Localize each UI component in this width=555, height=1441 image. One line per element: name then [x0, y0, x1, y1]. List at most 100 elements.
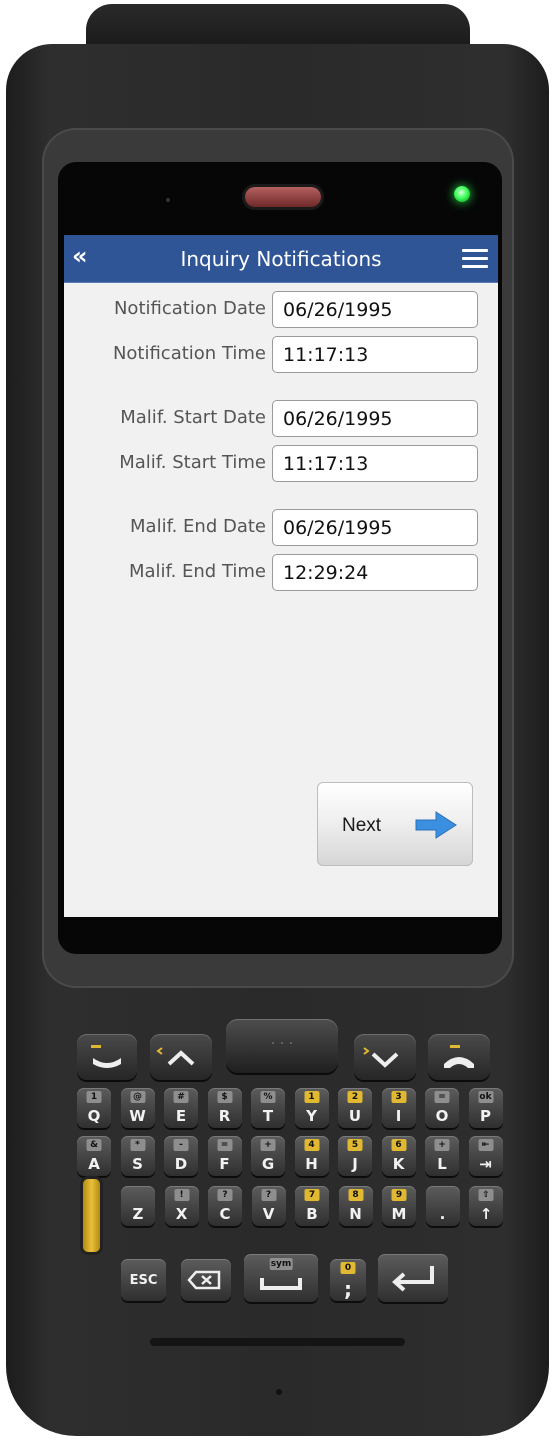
bottom-slot: [150, 1338, 405, 1346]
key-t[interactable]: % T: [251, 1088, 285, 1128]
backspace-key[interactable]: [181, 1259, 231, 1301]
key-m[interactable]: 9M: [382, 1186, 416, 1226]
key-q[interactable]: 1Q: [77, 1088, 111, 1128]
key-sub-label: ⇤: [478, 1139, 493, 1151]
key-tab[interactable]: ⇤ ⇥: [468, 1136, 503, 1176]
key-label: R: [218, 1107, 231, 1125]
malif-start-time-row: Malif. Start Time 11:17:13: [64, 444, 498, 484]
space-key[interactable]: sym: [244, 1254, 318, 1302]
key-sub-label: !: [174, 1189, 189, 1201]
end-call-key[interactable]: [428, 1034, 490, 1080]
key-label: D: [174, 1155, 188, 1173]
key-sub-label: 7: [304, 1189, 320, 1201]
key-x[interactable]: ! X: [164, 1186, 199, 1226]
title-bar: « Inquiry Notifications: [64, 235, 498, 283]
hamburger-menu-icon[interactable]: [462, 249, 488, 269]
back-double-chevron-icon[interactable]: «: [72, 243, 102, 271]
key-n[interactable]: 8N: [338, 1186, 373, 1226]
malif-start-time-field[interactable]: 11:17:13: [272, 445, 478, 482]
key-i[interactable]: 3I: [381, 1088, 416, 1128]
semicolon-key-sub: 0: [340, 1262, 356, 1274]
key-label: X: [175, 1205, 188, 1223]
key-s[interactable]: * S: [120, 1136, 155, 1176]
key-sub-label: 8: [348, 1189, 363, 1201]
scan-trigger-key[interactable]: · · ·: [226, 1019, 338, 1073]
phone-pickup-icon: [91, 1045, 121, 1068]
key-y[interactable]: 1Y: [294, 1088, 329, 1128]
key-sub-label: 3: [391, 1091, 406, 1103]
key-b[interactable]: 7B: [295, 1186, 329, 1226]
malif-end-date-field[interactable]: 06/26/1995: [272, 509, 478, 546]
malif-end-time-row: Malif. End Time 12:29:24: [64, 553, 498, 593]
key-sub-label: 5: [347, 1139, 363, 1151]
malif-start-date-field[interactable]: 06/26/1995: [272, 400, 478, 437]
notification-time-row: Notification Time 11:17:13: [64, 335, 498, 375]
key-c[interactable]: ? C: [208, 1186, 242, 1226]
esc-key[interactable]: ESC: [121, 1259, 166, 1301]
malif-end-date-row: Malif. End Date 06/26/1995: [64, 508, 498, 548]
chevron-down-icon: [363, 1047, 399, 1068]
microphone-hole: [276, 1389, 282, 1395]
malif-end-date-label: Malif. End Date: [130, 516, 266, 537]
key-sub-label: 1: [86, 1091, 102, 1103]
key-label: V: [262, 1205, 275, 1223]
key-p[interactable]: ok P: [468, 1088, 503, 1128]
key-j[interactable]: 5J: [338, 1136, 372, 1176]
space-bar-icon: [260, 1278, 302, 1290]
notification-time-field[interactable]: 11:17:13: [272, 336, 478, 373]
key-l[interactable]: + L: [425, 1136, 459, 1176]
key-label: U: [348, 1107, 362, 1125]
key-sub-label: %: [260, 1091, 276, 1103]
call-key[interactable]: [77, 1034, 137, 1080]
nav-down-key[interactable]: [354, 1034, 416, 1080]
key-label: ⇥: [479, 1155, 492, 1173]
key-shift[interactable]: ⇧ ↑: [469, 1186, 503, 1226]
key-sub-label: 1: [304, 1091, 319, 1103]
notification-date-field[interactable]: 06/26/1995: [272, 291, 478, 328]
key-label: F: [219, 1155, 230, 1173]
key-label: S: [132, 1155, 143, 1173]
key-z[interactable]: Z: [121, 1186, 155, 1226]
key-f[interactable]: = F: [207, 1136, 242, 1176]
key-label: M: [391, 1205, 407, 1223]
key-v[interactable]: ? V: [251, 1186, 286, 1226]
key-sub-label: -: [173, 1139, 189, 1151]
enter-return-icon: [391, 1266, 434, 1292]
enter-key[interactable]: [378, 1254, 448, 1302]
key-label: A: [88, 1155, 100, 1173]
page-title: Inquiry Notifications: [180, 247, 382, 271]
key-sub-label: *: [130, 1139, 145, 1151]
key-u[interactable]: 2U: [338, 1088, 372, 1128]
status-led: [454, 186, 470, 202]
app-screen: « Inquiry Notifications Notification Dat…: [64, 235, 498, 917]
key-label: I: [395, 1107, 402, 1125]
key-label: C: [219, 1205, 231, 1223]
key-k[interactable]: 6K: [381, 1136, 416, 1176]
next-button-label: Next: [342, 815, 382, 836]
key-label: O: [435, 1107, 449, 1125]
malif-end-time-field[interactable]: 12:29:24: [272, 554, 478, 591]
key-e[interactable]: # E: [164, 1088, 198, 1128]
key-period[interactable]: .: [425, 1186, 460, 1226]
semicolon-key[interactable]: 0 ;: [330, 1259, 366, 1301]
key-r[interactable]: $ R: [207, 1088, 242, 1128]
chevron-up-icon: [156, 1047, 195, 1066]
key-sub-label: &: [86, 1139, 102, 1151]
key-w[interactable]: @ W: [120, 1088, 155, 1128]
key-h[interactable]: 4H: [294, 1136, 329, 1176]
key-sub-label: =: [434, 1091, 450, 1103]
key-sub-label: +: [434, 1139, 450, 1151]
key-d[interactable]: -D: [164, 1136, 198, 1176]
function-key-yellow[interactable]: [83, 1179, 100, 1252]
next-button[interactable]: Next: [317, 782, 473, 866]
key-label: L: [437, 1155, 447, 1173]
key-label: N: [349, 1205, 362, 1223]
key-label: P: [480, 1107, 491, 1125]
key-sub-label: #: [173, 1091, 189, 1103]
key-g[interactable]: + G: [251, 1136, 285, 1176]
key-o[interactable]: = O: [425, 1088, 459, 1128]
key-sub-label: 6: [391, 1139, 406, 1151]
key-a[interactable]: & A: [77, 1136, 111, 1176]
phone-hangup-icon: [444, 1045, 474, 1068]
nav-up-key[interactable]: [150, 1034, 212, 1080]
